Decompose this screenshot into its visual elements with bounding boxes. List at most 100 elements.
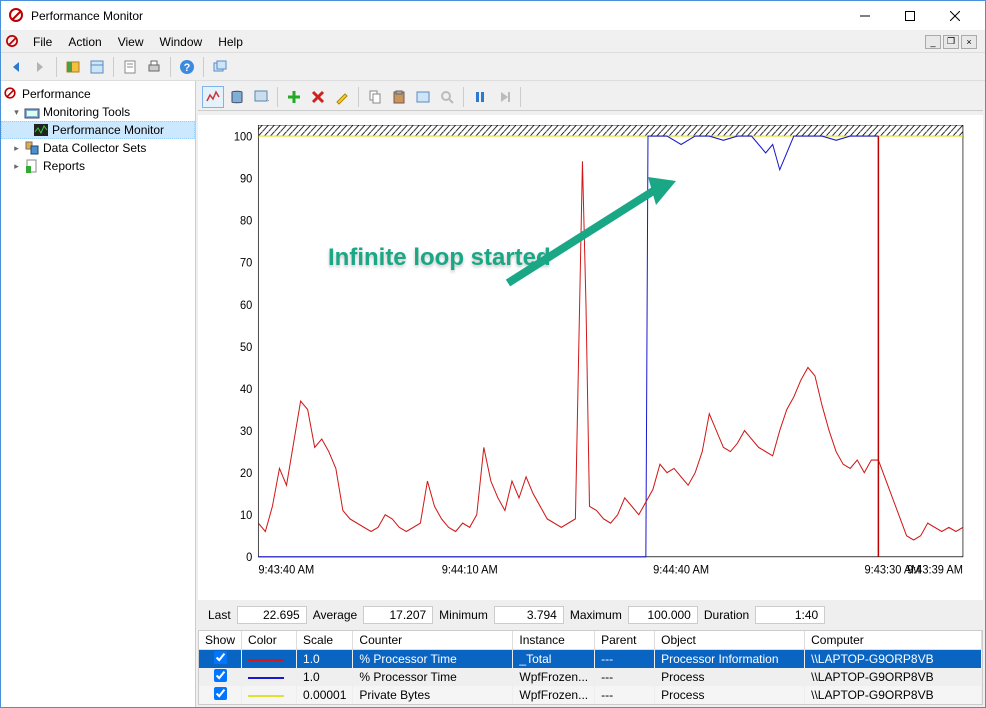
view-log-button[interactable] — [226, 86, 248, 108]
color-swatch — [248, 677, 284, 679]
counters-table[interactable]: Show Color Scale Counter Instance Parent… — [198, 630, 983, 705]
cell-scale: 0.00001 — [297, 686, 353, 704]
tree-label: Performance Monitor — [52, 123, 164, 137]
svg-text:?: ? — [184, 62, 191, 74]
show-hide-tree-button[interactable] — [62, 56, 84, 78]
cell-computer: \\LAPTOP-G9ORP8VB — [805, 668, 982, 686]
properties-button[interactable] — [86, 56, 108, 78]
mdi-close-button[interactable]: × — [961, 35, 977, 49]
svg-text:▼: ▼ — [267, 99, 269, 105]
color-swatch — [248, 659, 284, 661]
svg-text:0: 0 — [246, 551, 253, 565]
collapse-icon[interactable]: ▾ — [11, 107, 22, 118]
cell-object: Process — [655, 686, 805, 704]
view-current-button[interactable] — [202, 86, 224, 108]
svg-text:20: 20 — [240, 467, 253, 481]
stats-bar: Last 22.695 Average 17.207 Minimum 3.794… — [198, 602, 983, 628]
average-value: 17.207 — [363, 606, 433, 624]
cell-parent: --- — [595, 686, 655, 704]
close-button[interactable] — [932, 2, 977, 30]
tree-monitoring-tools[interactable]: ▾ Monitoring Tools — [1, 103, 195, 121]
last-label: Last — [208, 608, 231, 622]
col-instance[interactable]: Instance — [513, 631, 595, 650]
svg-text:9:44:10 AM: 9:44:10 AM — [442, 563, 498, 577]
svg-text:90: 90 — [240, 172, 253, 186]
mdi-minimize-button[interactable]: _ — [925, 35, 941, 49]
col-object[interactable]: Object — [655, 631, 805, 650]
col-counter[interactable]: Counter — [353, 631, 513, 650]
maximize-button[interactable] — [887, 2, 932, 30]
menu-file[interactable]: File — [25, 33, 60, 51]
duration-value: 1:40 — [755, 606, 825, 624]
cell-counter: Private Bytes — [353, 686, 513, 704]
cell-counter: % Processor Time — [353, 650, 513, 669]
cell-scale: 1.0 — [297, 650, 353, 669]
menu-view[interactable]: View — [110, 33, 152, 51]
app-icon — [9, 8, 25, 24]
show-checkbox[interactable] — [214, 687, 227, 700]
expand-icon[interactable]: ▸ — [11, 161, 22, 172]
svg-text:30: 30 — [240, 425, 253, 439]
cell-computer: \\LAPTOP-G9ORP8VB — [805, 650, 982, 669]
menu-window[interactable]: Window — [152, 33, 211, 51]
svg-text:10: 10 — [240, 509, 253, 523]
mdi-app-icon — [5, 34, 21, 50]
last-value: 22.695 — [237, 606, 307, 624]
col-show[interactable]: Show — [199, 631, 242, 650]
cell-parent: --- — [595, 650, 655, 669]
col-scale[interactable]: Scale — [297, 631, 353, 650]
col-computer[interactable]: Computer — [805, 631, 982, 650]
navigation-tree[interactable]: Performance ▾ Monitoring Tools Performan… — [1, 81, 196, 707]
cell-instance: _Total — [513, 650, 595, 669]
table-row[interactable]: 1.0% Processor Time_Total---Processor In… — [199, 650, 982, 669]
new-window-button[interactable] — [209, 56, 231, 78]
cell-computer: \\LAPTOP-G9ORP8VB — [805, 686, 982, 704]
update-button[interactable] — [493, 86, 515, 108]
paste-button[interactable] — [388, 86, 410, 108]
window-title: Performance Monitor — [31, 9, 842, 23]
svg-text:40: 40 — [240, 382, 253, 396]
highlight-button[interactable] — [331, 86, 353, 108]
menu-action[interactable]: Action — [60, 33, 109, 51]
svg-text:9:44:40 AM: 9:44:40 AM — [653, 563, 709, 577]
duration-label: Duration — [704, 608, 749, 622]
tree-data-collector-sets[interactable]: ▸ Data Collector Sets — [1, 139, 195, 157]
zoom-button[interactable] — [436, 86, 458, 108]
cell-parent: --- — [595, 668, 655, 686]
minimum-label: Minimum — [439, 608, 488, 622]
cell-object: Processor Information — [655, 650, 805, 669]
performance-chart[interactable]: 0102030405060708090100 9:43:40 AM 9:44:1… — [198, 115, 983, 600]
properties-counter-button[interactable] — [412, 86, 434, 108]
table-row[interactable]: 0.00001Private BytesWpfFrozen...---Proce… — [199, 686, 982, 704]
tree-label: Monitoring Tools — [43, 105, 130, 119]
cell-counter: % Processor Time — [353, 668, 513, 686]
cell-object: Process — [655, 668, 805, 686]
tree-reports[interactable]: ▸ Reports — [1, 157, 195, 175]
print-button[interactable] — [143, 56, 165, 78]
annotation-arrow-icon — [498, 173, 678, 293]
show-checkbox[interactable] — [214, 651, 227, 664]
show-checkbox[interactable] — [214, 669, 227, 682]
mdi-restore-button[interactable]: ❐ — [943, 35, 959, 49]
svg-text:9:43:40 AM: 9:43:40 AM — [258, 563, 314, 577]
back-button[interactable] — [5, 56, 27, 78]
export-button[interactable] — [119, 56, 141, 78]
expand-icon[interactable]: ▸ — [11, 143, 22, 154]
col-parent[interactable]: Parent — [595, 631, 655, 650]
col-color[interactable]: Color — [242, 631, 297, 650]
help-button[interactable]: ? — [176, 56, 198, 78]
change-graph-type-button[interactable]: ▼ — [250, 86, 272, 108]
svg-text:80: 80 — [240, 214, 253, 228]
freeze-button[interactable] — [469, 86, 491, 108]
table-row[interactable]: 1.0% Processor TimeWpfFrozen...---Proces… — [199, 668, 982, 686]
add-counter-button[interactable] — [283, 86, 305, 108]
copy-button[interactable] — [364, 86, 386, 108]
color-swatch — [248, 695, 284, 697]
tree-root-performance[interactable]: Performance — [1, 85, 195, 103]
minimize-button[interactable] — [842, 2, 887, 30]
menu-help[interactable]: Help — [210, 33, 251, 51]
cell-scale: 1.0 — [297, 668, 353, 686]
tree-performance-monitor[interactable]: Performance Monitor — [1, 121, 195, 139]
delete-counter-button[interactable] — [307, 86, 329, 108]
forward-button[interactable] — [29, 56, 51, 78]
